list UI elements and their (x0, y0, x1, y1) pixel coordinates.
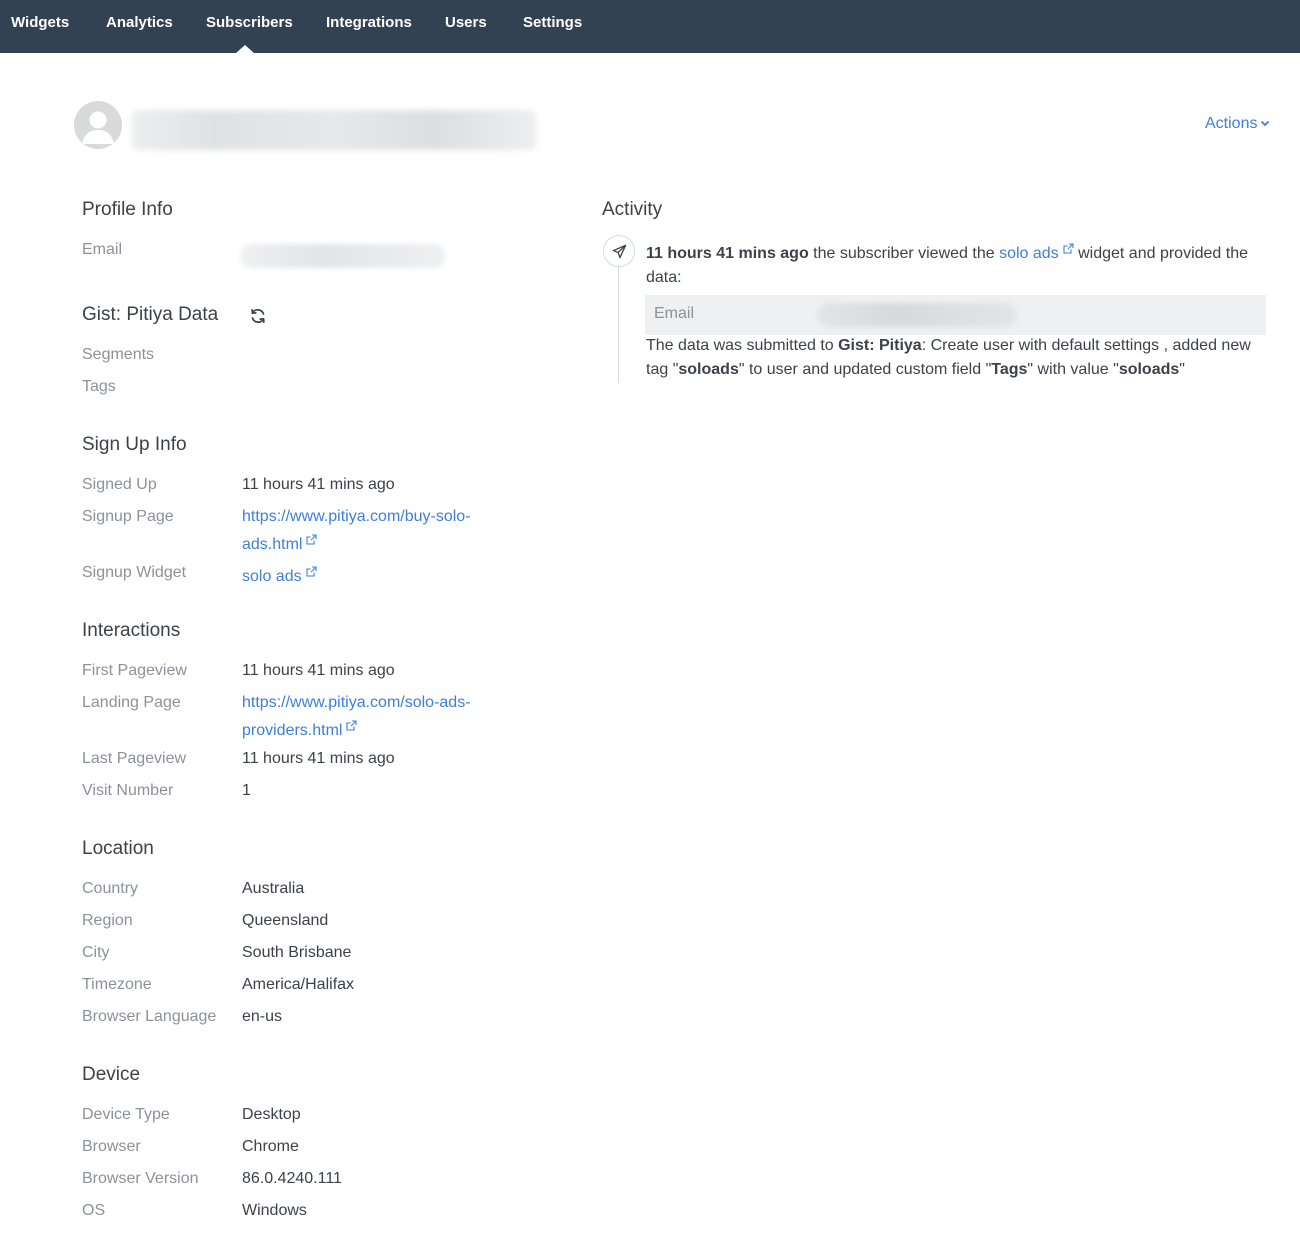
custom-field-value: soloads (1118, 361, 1180, 378)
signup-page-url: https://www.pitiya.com/buy-solo-ads.html (242, 508, 471, 553)
actions-dropdown[interactable]: Actions (1205, 115, 1270, 133)
external-link-icon (1063, 238, 1074, 254)
browser-language-label: Browser Language (82, 1008, 217, 1025)
external-link-icon (346, 715, 358, 731)
first-pageview-label: First Pageview (82, 662, 187, 679)
segments-label: Segments (82, 346, 155, 363)
submitted-email-redacted (817, 303, 1017, 327)
region-value: Queensland (242, 912, 329, 929)
signed-up-value: 11 hours 41 mins ago (242, 476, 395, 493)
custom-field-name: Tags (991, 361, 1028, 378)
city-label: City (82, 944, 110, 961)
external-link-icon (306, 529, 318, 545)
nav-settings[interactable]: Settings (523, 0, 582, 53)
signup-page-link[interactable]: https://www.pitiya.com/buy-solo-ads.html (242, 505, 487, 557)
activity-widget-name: solo ads (999, 245, 1059, 262)
city-value: South Brisbane (242, 944, 352, 961)
submission-mid2: " to user and updated custom field " (738, 361, 992, 378)
submission-mid3: " with value " (1027, 361, 1119, 378)
interactions-title: Interactions (82, 620, 181, 641)
location-title: Location (82, 838, 154, 859)
submitted-data-row: Email (645, 295, 1266, 335)
refresh-icon[interactable] (248, 306, 268, 326)
tags-label: Tags (82, 378, 116, 395)
timezone-label: Timezone (82, 976, 152, 993)
actions-label: Actions (1205, 115, 1258, 133)
timeline-line (618, 266, 619, 383)
email-label: Email (82, 241, 123, 258)
nav-widgets[interactable]: Widgets (11, 0, 69, 53)
country-value: Australia (242, 880, 305, 897)
activity-widget-link[interactable]: solo ads (999, 243, 1074, 262)
browser-language-value: en-us (242, 1008, 283, 1025)
browser-version-label: Browser Version (82, 1170, 199, 1187)
top-nav: Widgets Analytics Subscribers Integratio… (0, 0, 1300, 53)
chevron-down-icon (1260, 115, 1270, 133)
integration-name: Gist: Pitiya (838, 337, 922, 354)
gist-data-title: Gist: Pitiya Data (82, 304, 219, 325)
nav-analytics[interactable]: Analytics (106, 0, 173, 53)
signup-widget-link[interactable]: solo ads (242, 561, 317, 589)
browser-label: Browser (82, 1138, 141, 1155)
active-tab-caret (236, 45, 254, 53)
device-title: Device (82, 1064, 141, 1085)
last-pageview-value: 11 hours 41 mins ago (242, 750, 395, 767)
external-link-icon (306, 561, 317, 577)
first-pageview-value: 11 hours 41 mins ago (242, 662, 395, 679)
last-pageview-label: Last Pageview (82, 750, 187, 767)
signup-widget-label: Signup Widget (82, 564, 187, 581)
profile-info-title: Profile Info (82, 199, 173, 220)
device-type-value: Desktop (242, 1106, 301, 1123)
visit-number-label: Visit Number (82, 782, 174, 799)
activity-time: 11 hours 41 mins ago (646, 245, 809, 262)
user-avatar-icon (74, 101, 122, 149)
region-label: Region (82, 912, 133, 929)
activity-event-text: 11 hours 41 mins ago the subscriber view… (646, 238, 1266, 290)
landing-page-label: Landing Page (82, 694, 181, 711)
signup-info-title: Sign Up Info (82, 434, 187, 455)
landing-page-link[interactable]: https://www.pitiya.com/solo-ads-provider… (242, 691, 487, 743)
country-label: Country (82, 880, 139, 897)
os-value: Windows (242, 1202, 307, 1219)
os-label: OS (82, 1202, 106, 1219)
signed-up-label: Signed Up (82, 476, 157, 493)
submission-description: The data was submitted to Gist: Pitiya: … (646, 334, 1266, 382)
paper-plane-icon (603, 235, 635, 267)
submitted-email-label: Email (654, 305, 695, 322)
browser-value: Chrome (242, 1138, 299, 1155)
subscriber-name-redacted (132, 110, 536, 150)
tag-name: soloads (678, 361, 739, 378)
submission-end: " (1179, 361, 1185, 378)
signup-page-label: Signup Page (82, 508, 174, 525)
nav-users[interactable]: Users (445, 0, 487, 53)
signup-widget-name: solo ads (242, 568, 302, 585)
visit-number-value: 1 (242, 782, 251, 799)
nav-integrations[interactable]: Integrations (326, 0, 412, 53)
activity-text-viewed: the subscriber viewed the (808, 245, 1000, 262)
device-type-label: Device Type (82, 1106, 170, 1123)
browser-version-value: 86.0.4240.111 (242, 1170, 342, 1187)
timezone-value: America/Halifax (242, 976, 355, 993)
activity-title: Activity (602, 199, 663, 220)
email-value-redacted (240, 244, 446, 268)
submission-prefix: The data was submitted to (646, 337, 839, 354)
